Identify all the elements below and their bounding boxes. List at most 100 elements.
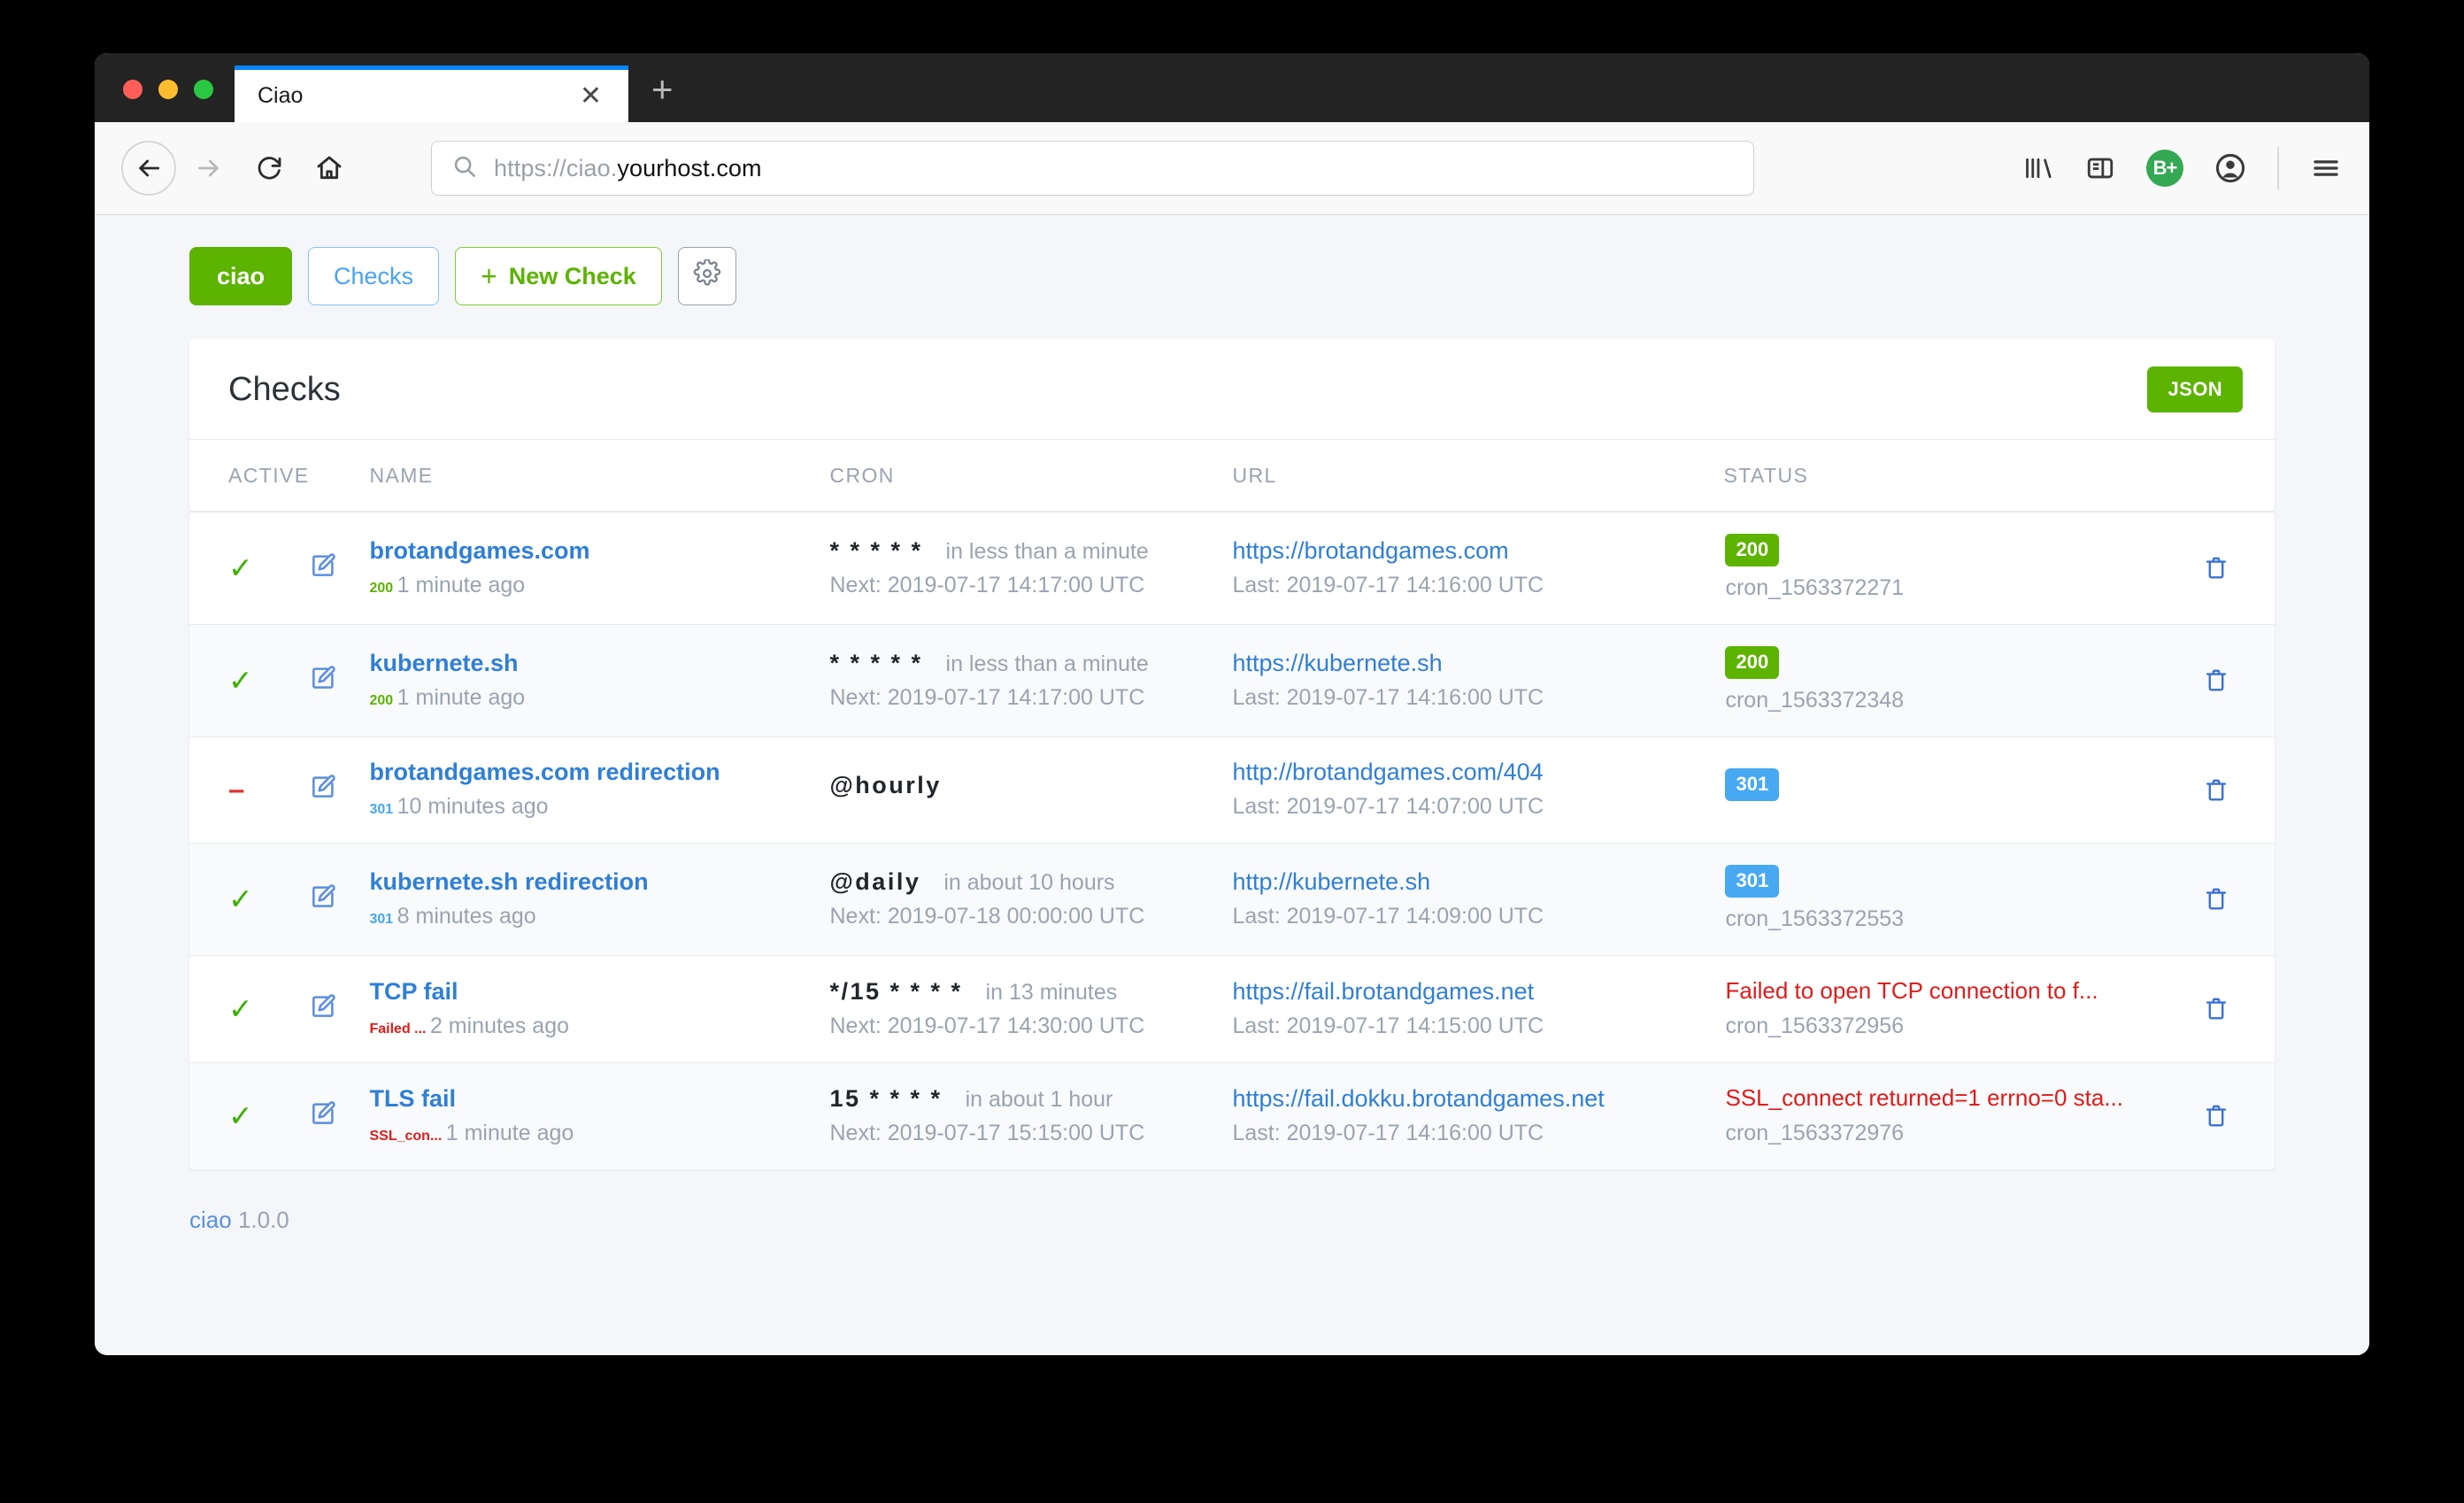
- delete-cell[interactable]: [2160, 844, 2275, 956]
- desktop-background: Ciao ✕ + https://ciao.yourhost.com B+ ci…: [0, 0, 2464, 1503]
- check-url-link[interactable]: https://brotandgames.com: [1232, 537, 1723, 565]
- column-header-url: URL: [1232, 440, 1724, 513]
- trash-icon[interactable]: [2160, 775, 2275, 805]
- page-footer: ciao 1.0.0: [95, 1169, 2369, 1234]
- active-cell[interactable]: ✓: [189, 956, 309, 1063]
- browser-window: Ciao ✕ + https://ciao.yourhost.com B+ ci…: [95, 53, 2369, 1355]
- check-name-link[interactable]: kubernete.sh redirection: [369, 868, 829, 896]
- active-check-icon: ✓: [228, 1098, 253, 1132]
- check-name-link[interactable]: TCP fail: [369, 978, 829, 1006]
- bitwarden-extension-icon[interactable]: B+: [2146, 150, 2183, 187]
- check-name-link[interactable]: brotandgames.com redirection: [369, 759, 829, 786]
- edit-cell[interactable]: [309, 625, 369, 737]
- cron-expression: @daily: [829, 867, 921, 895]
- check-url-link[interactable]: https://kubernete.sh: [1232, 650, 1723, 677]
- status-cell: 301: [1723, 737, 2160, 844]
- check-url-link[interactable]: https://fail.dokku.brotandgames.net: [1232, 1085, 1723, 1113]
- checks-table: ACTIVE NAME CRON URL STATUS ✓ brotandgame…: [189, 440, 2275, 1169]
- new-check-button[interactable]: + New Check: [455, 247, 662, 305]
- last-run-age: 10 minutes ago: [397, 794, 549, 819]
- active-check-icon: ✓: [228, 551, 253, 584]
- delete-cell[interactable]: [2160, 625, 2275, 737]
- brand-logo-button[interactable]: ciao: [189, 247, 293, 305]
- home-icon[interactable]: [302, 141, 357, 196]
- edit-icon[interactable]: [309, 1100, 337, 1131]
- browser-tab-ciao[interactable]: Ciao ✕: [235, 66, 628, 122]
- trash-icon[interactable]: [2160, 665, 2275, 695]
- last-run-age: 1 minute ago: [397, 572, 526, 597]
- trash-icon[interactable]: [2160, 993, 2275, 1023]
- sidebar-icon[interactable]: [2084, 153, 2116, 183]
- cron-cell: * * * * * in less than a minute Next: 2019…: [829, 512, 1232, 625]
- active-cell[interactable]: –: [189, 737, 309, 844]
- edit-icon[interactable]: [309, 775, 337, 805]
- table-row: ✓ brotandgames.com 200 1 minute ago * * * *…: [189, 512, 2275, 625]
- trash-icon[interactable]: [2160, 1100, 2275, 1130]
- edit-icon[interactable]: [309, 883, 337, 914]
- checks-card: Checks JSON ACTIVE NAME CRON URL STATUS: [189, 338, 2275, 1169]
- settings-button[interactable]: [677, 247, 736, 305]
- check-url-link[interactable]: http://kubernete.sh: [1232, 868, 1723, 896]
- checks-nav-button[interactable]: Checks: [308, 247, 440, 305]
- cron-cell: @hourly: [829, 737, 1232, 844]
- active-cell[interactable]: ✓: [189, 1063, 309, 1170]
- cron-next-run: Next: 2019-07-17 14:17:00 UTC: [829, 684, 1145, 710]
- check-name-link[interactable]: kubernete.sh: [369, 650, 829, 677]
- delete-cell[interactable]: [2160, 737, 2275, 844]
- delete-cell[interactable]: [2160, 956, 2275, 1063]
- edit-cell[interactable]: [309, 956, 369, 1063]
- edit-cell[interactable]: [309, 1063, 369, 1170]
- maximize-window-button[interactable]: [194, 80, 213, 99]
- url-cell: https://brotandgames.com Last: 2019-07-17…: [1232, 512, 1723, 625]
- hamburger-menu-icon[interactable]: [2309, 153, 2343, 183]
- check-url-link[interactable]: https://fail.brotandgames.net: [1232, 978, 1723, 1006]
- forward-arrow-icon[interactable]: [181, 141, 236, 196]
- toolbar-actions: B+: [2022, 147, 2346, 189]
- active-cell[interactable]: ✓: [189, 512, 309, 625]
- minimize-window-button[interactable]: [158, 80, 178, 99]
- address-bar[interactable]: https://ciao.yourhost.com: [431, 141, 1754, 196]
- close-window-button[interactable]: [123, 80, 142, 99]
- table-row: – brotandgames.com redirection 301 10 minu…: [189, 737, 2275, 844]
- address-bar-value: https://ciao.yourhost.com: [494, 155, 762, 182]
- check-url-link[interactable]: http://brotandgames.com/404: [1232, 759, 1723, 786]
- account-icon[interactable]: [2214, 151, 2247, 185]
- edit-icon[interactable]: [309, 993, 337, 1024]
- cron-cell: @daily in about 10 hours Next: 2019-07-18 …: [829, 844, 1232, 956]
- trash-icon[interactable]: [2160, 883, 2275, 913]
- column-header-delete: [2160, 440, 2275, 513]
- footer-ciao-link[interactable]: ciao: [189, 1206, 232, 1233]
- check-name-link[interactable]: brotandgames.com: [369, 537, 829, 565]
- active-cell[interactable]: ✓: [189, 625, 309, 737]
- cron-next-run: Next: 2019-07-17 14:17:00 UTC: [829, 572, 1145, 597]
- check-name-link[interactable]: TLS fail: [369, 1085, 829, 1113]
- url-last-run: Last: 2019-07-17 14:16:00 UTC: [1232, 684, 1544, 710]
- cron-next-run: Next: 2019-07-17 14:30:00 UTC: [829, 1013, 1145, 1038]
- page-content: ciao Checks + New Check Checks JSON ACTI…: [95, 215, 2369, 1355]
- library-icon[interactable]: [2022, 153, 2054, 183]
- delete-cell[interactable]: [2160, 1063, 2275, 1170]
- edit-cell[interactable]: [309, 844, 369, 956]
- back-arrow-icon[interactable]: [121, 141, 176, 196]
- close-tab-icon[interactable]: ✕: [576, 82, 605, 110]
- reload-icon[interactable]: [242, 141, 296, 196]
- column-header-status: STATUS: [1723, 440, 2160, 513]
- status-cell: Failed to open TCP connection to f... cro…: [1723, 956, 2160, 1063]
- edit-cell[interactable]: [309, 737, 369, 844]
- active-cell[interactable]: ✓: [189, 844, 309, 956]
- cron-expression: @hourly: [829, 771, 942, 798]
- json-export-button[interactable]: JSON: [2147, 366, 2243, 412]
- status-error-text: SSL_connect returned=1 errno=0 sta...: [1725, 1084, 2123, 1111]
- trash-icon[interactable]: [2160, 552, 2275, 582]
- name-cell: kubernete.sh 200 1 minute ago: [369, 625, 829, 737]
- last-run-age: 1 minute ago: [397, 684, 526, 710]
- status-badge: 200: [1725, 534, 1780, 567]
- edit-cell[interactable]: [309, 512, 369, 625]
- edit-icon[interactable]: [309, 552, 337, 583]
- url-scheme: https://ciao.: [494, 154, 618, 181]
- new-tab-icon[interactable]: +: [651, 71, 674, 108]
- name-cell: TLS fail SSL_con... 1 minute ago: [369, 1063, 829, 1170]
- edit-icon[interactable]: [309, 665, 337, 696]
- last-status-code: Failed ...: [369, 1021, 427, 1037]
- delete-cell[interactable]: [2160, 512, 2275, 625]
